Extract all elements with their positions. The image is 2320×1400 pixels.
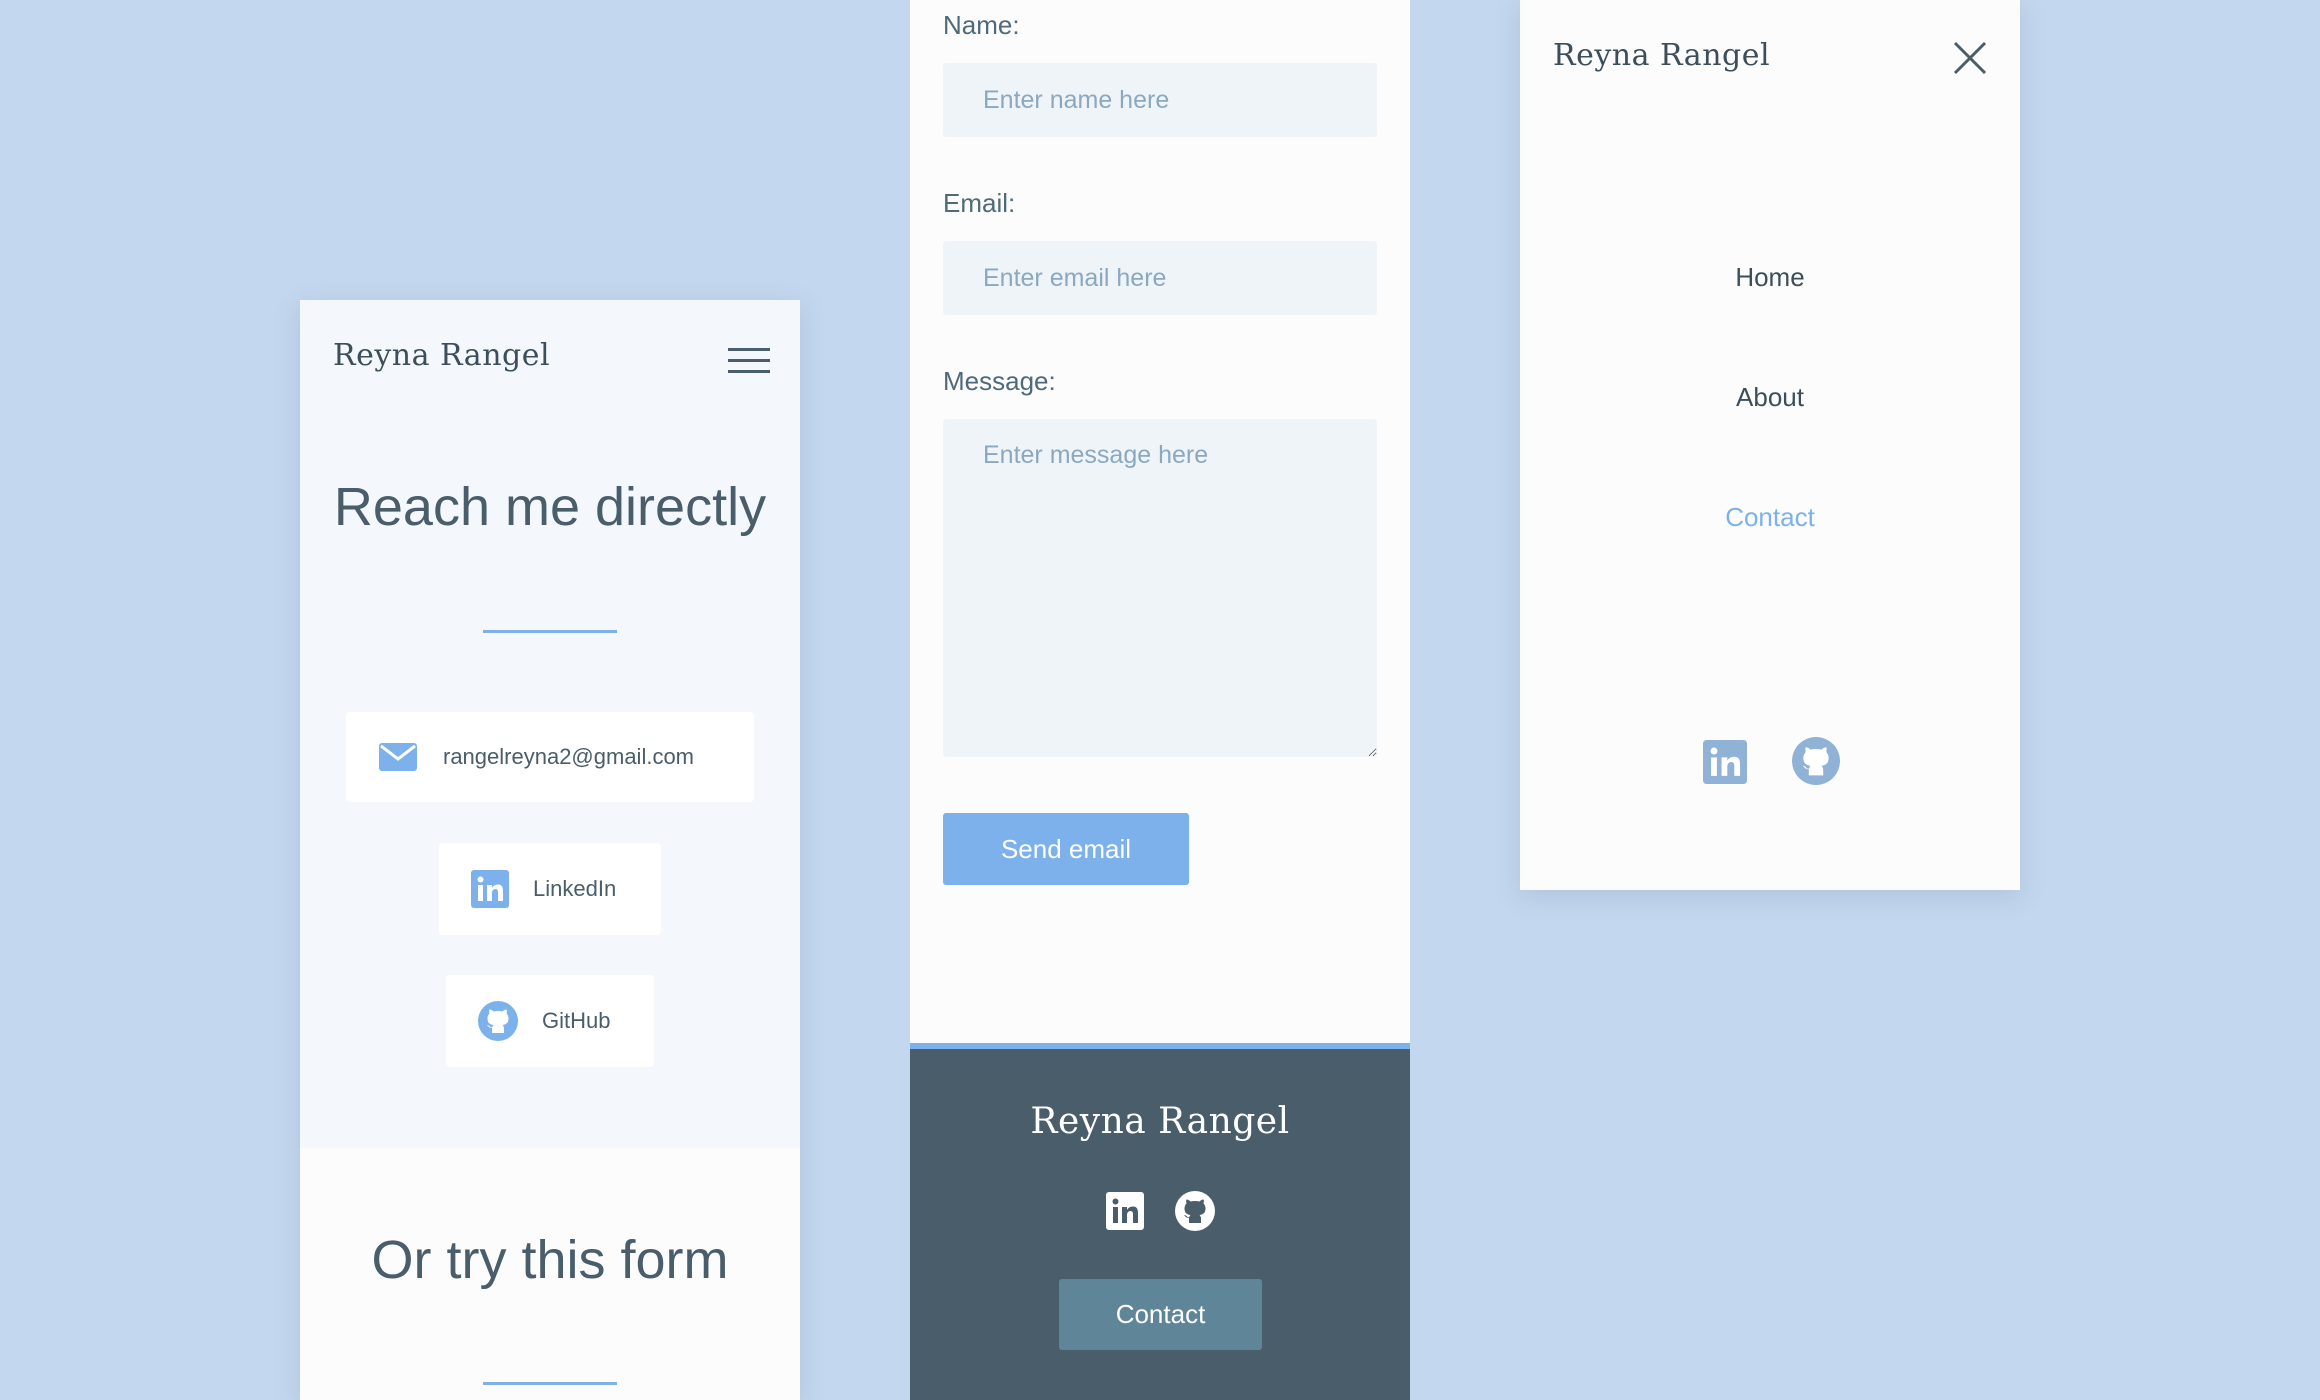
contact-page-panel: Reyna Rangel Reach me directly rangelrey… <box>300 300 800 1400</box>
site-logo[interactable]: Reyna Rangel <box>333 338 550 373</box>
email-address: rangelreyna2@gmail.com <box>443 744 695 769</box>
nav-item-contact[interactable]: Contact <box>1520 502 2020 533</box>
github-icon <box>478 1001 518 1041</box>
linkedin-icon[interactable] <box>1106 1192 1144 1230</box>
linkedin-icon[interactable] <box>1703 740 1747 784</box>
email-card[interactable]: rangelreyna2@gmail.com <box>346 712 754 802</box>
mobile-menu-panel: Reyna Rangel Home About Contact <box>1520 0 2020 890</box>
site-logo[interactable]: Reyna Rangel <box>1553 38 1770 73</box>
name-label: Name: <box>943 10 1020 40</box>
linkedin-card[interactable]: LinkedIn <box>439 843 661 935</box>
form-section: Or try this form <box>300 1148 800 1400</box>
close-icon[interactable] <box>1952 40 1988 76</box>
github-label: GitHub <box>542 1008 611 1033</box>
linkedin-icon <box>471 870 509 908</box>
hero-title: Reach me directly <box>333 477 767 537</box>
github-icon[interactable] <box>1792 737 1840 785</box>
footer-logo: Reyna Rangel <box>1030 1101 1290 1142</box>
email-input[interactable] <box>943 241 1377 315</box>
nav-item-about[interactable]: About <box>1520 382 2020 413</box>
contact-form-panel: Name: Email: Message: Send email Reyna R… <box>910 0 1410 1400</box>
footer-contact-button[interactable]: Contact <box>1059 1279 1262 1350</box>
message-label: Message: <box>943 366 1056 396</box>
form-section-title: Or try this form <box>371 1230 729 1290</box>
message-textarea[interactable] <box>943 419 1377 757</box>
hamburger-menu-icon[interactable] <box>728 348 770 374</box>
form-title-underline <box>483 1382 617 1385</box>
envelope-icon <box>379 743 417 771</box>
linkedin-label: LinkedIn <box>533 876 617 901</box>
github-card[interactable]: GitHub <box>446 975 654 1067</box>
title-underline <box>483 630 617 633</box>
nav-item-home[interactable]: Home <box>1520 262 2020 293</box>
send-email-button[interactable]: Send email <box>943 813 1189 885</box>
email-label: Email: <box>943 188 1016 218</box>
name-input[interactable] <box>943 63 1377 137</box>
github-icon[interactable] <box>1175 1191 1215 1231</box>
site-footer: Reyna Rangel Contact <box>910 1043 1410 1400</box>
